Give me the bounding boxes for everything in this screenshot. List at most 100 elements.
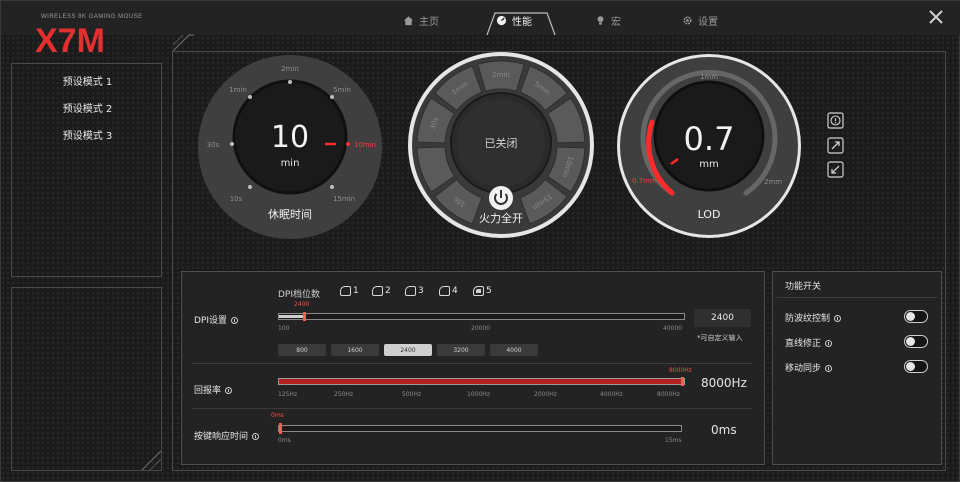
key-response-value: 0ms bbox=[711, 423, 737, 437]
preset-item[interactable]: 预设模式 2 bbox=[12, 100, 163, 115]
anti-ripple-text: 防波纹控制 bbox=[785, 314, 831, 324]
dpi-level-1[interactable]: 1 bbox=[340, 286, 359, 296]
info-button-icon[interactable] bbox=[827, 112, 844, 129]
info-icon[interactable] bbox=[834, 315, 842, 322]
motion-sync-toggle[interactable] bbox=[904, 360, 928, 373]
toggle-knob bbox=[906, 312, 915, 321]
lod-label: LOD bbox=[698, 208, 721, 221]
report-rate-tick: 500Hz bbox=[402, 391, 422, 398]
divider bbox=[192, 363, 752, 364]
dpi-preset-button[interactable]: 800 bbox=[278, 344, 326, 356]
sleep-time-dial[interactable]: 2min 5min 1min 30s 10s 15min 10min 10 mi… bbox=[196, 53, 384, 241]
key-response-label: 按键响应时间 bbox=[194, 429, 260, 442]
sidebar-lower-panel bbox=[11, 287, 162, 471]
lod-tick-right: 2mm bbox=[764, 178, 782, 186]
preset-item[interactable]: 预设模式 1 bbox=[12, 73, 163, 88]
tick-label: 30s bbox=[207, 141, 220, 149]
level-number: 4 bbox=[452, 286, 458, 296]
report-rate-tick: 8000Hz bbox=[657, 391, 680, 398]
dpi-max-label: 40000 bbox=[663, 325, 683, 332]
anti-ripple-label: 防波纹控制 bbox=[785, 311, 842, 324]
report-rate-value: 8000Hz bbox=[701, 376, 747, 390]
dpi-level-2[interactable]: 2 bbox=[372, 286, 391, 296]
tab-performance-label: 性能 bbox=[512, 17, 532, 28]
tab-settings[interactable]: 设置 bbox=[682, 13, 718, 28]
sleep-time-value: 10 bbox=[271, 120, 309, 155]
dpi-slider-value-label: 2400 bbox=[294, 301, 310, 308]
tick-label: 1min bbox=[229, 86, 247, 94]
key-response-slider-handle[interactable] bbox=[279, 423, 282, 434]
info-icon[interactable] bbox=[252, 433, 260, 440]
divider bbox=[777, 297, 937, 298]
report-rate-tick: 1000Hz bbox=[467, 391, 490, 398]
gauge-icon bbox=[496, 15, 507, 26]
dpi-level-4[interactable]: 4 bbox=[439, 286, 458, 296]
lod-dial[interactable]: 1mm 2mm 0.7mm 0.7 mm LOD bbox=[615, 52, 803, 240]
report-rate-tick: 2000Hz bbox=[534, 391, 557, 398]
info-icon[interactable] bbox=[225, 387, 233, 394]
tick-label: 10s bbox=[230, 195, 243, 203]
sleep-time-label: 休眠时间 bbox=[268, 208, 312, 221]
key-response-max: 15ms bbox=[665, 437, 682, 444]
fire-segment-label: 2min bbox=[492, 71, 510, 79]
dpi-preset-button[interactable]: 4000 bbox=[490, 344, 538, 356]
info-icon[interactable] bbox=[231, 317, 239, 324]
dpi-preset-button[interactable]: 1600 bbox=[331, 344, 379, 356]
key-response-slider[interactable] bbox=[278, 423, 682, 434]
lod-marker-label: 0.7mm bbox=[632, 177, 657, 185]
divider bbox=[192, 408, 752, 409]
angle-snapping-toggle[interactable] bbox=[904, 335, 928, 348]
top-bar: WIRELESS 8K GAMING MOUSE X7M 主页 性能 宏 设置 bbox=[1, 1, 960, 55]
preset-list: 预设模式 1 预设模式 2 预设模式 3 bbox=[11, 63, 162, 277]
level-box-icon bbox=[405, 286, 416, 296]
toggle-knob bbox=[906, 362, 915, 371]
import-icon[interactable] bbox=[827, 161, 844, 178]
report-rate-slider[interactable] bbox=[278, 377, 685, 386]
dpi-min-label: 100 bbox=[278, 325, 290, 332]
report-rate-slider-value-label: 8000Hz bbox=[669, 367, 692, 374]
dpi-mid-label: 20000 bbox=[471, 325, 491, 332]
tab-home-label: 主页 bbox=[419, 17, 439, 28]
dpi-setting-text: DPI设置 bbox=[194, 316, 228, 326]
tab-performance[interactable]: 性能 bbox=[496, 13, 532, 28]
lod-unit: mm bbox=[699, 159, 718, 170]
report-rate-tick: 250Hz bbox=[334, 391, 354, 398]
dpi-preset-button[interactable]: 3200 bbox=[437, 344, 485, 356]
report-rate-tick: 125Hz bbox=[278, 391, 298, 398]
angle-snapping-label: 直线修正 bbox=[785, 336, 833, 349]
dpi-preset-button[interactable]: 2400 bbox=[384, 344, 432, 356]
level-box-icon bbox=[340, 286, 351, 296]
dpi-levels-label: DPI档位数 bbox=[278, 290, 321, 300]
selected-marker-label: 10min bbox=[354, 141, 376, 149]
gear-icon bbox=[683, 16, 692, 25]
dpi-setting-label: DPI设置 bbox=[194, 313, 239, 326]
info-icon[interactable] bbox=[825, 365, 833, 372]
report-rate-label: 回报率 bbox=[194, 383, 233, 396]
dpi-slider-handle[interactable] bbox=[303, 312, 306, 321]
preset-item[interactable]: 预设模式 3 bbox=[12, 127, 163, 142]
home-icon bbox=[403, 16, 414, 26]
report-rate-slider-handle[interactable] bbox=[681, 377, 684, 386]
key-response-text: 按键响应时间 bbox=[194, 432, 249, 442]
tab-settings-label: 设置 bbox=[698, 17, 718, 28]
full-fire-dial[interactable]: 2min5min10min15min30s1min10s 已关闭 火力全开 bbox=[407, 51, 595, 239]
dpi-value-input[interactable]: 2400 bbox=[694, 309, 751, 327]
anti-ripple-toggle[interactable] bbox=[904, 310, 928, 323]
level-box-icon bbox=[473, 286, 484, 296]
bulb-icon bbox=[597, 16, 604, 25]
tab-macro[interactable]: 宏 bbox=[595, 13, 621, 28]
tab-home[interactable]: 主页 bbox=[403, 13, 439, 28]
level-box-icon bbox=[439, 286, 450, 296]
report-rate-slider-fill bbox=[279, 379, 684, 384]
toggle-knob bbox=[906, 337, 915, 346]
lod-tick-top: 1mm bbox=[700, 73, 718, 81]
close-icon[interactable] bbox=[927, 8, 945, 26]
level-number: 5 bbox=[486, 286, 492, 296]
dpi-level-3[interactable]: 3 bbox=[405, 286, 424, 296]
lod-value: 0.7 bbox=[684, 120, 735, 158]
dpi-level-5[interactable]: 5 bbox=[473, 286, 492, 296]
tick-label: 5min bbox=[333, 86, 351, 94]
dpi-slider[interactable] bbox=[278, 312, 685, 321]
export-icon[interactable] bbox=[827, 137, 844, 154]
info-icon[interactable] bbox=[825, 340, 833, 347]
